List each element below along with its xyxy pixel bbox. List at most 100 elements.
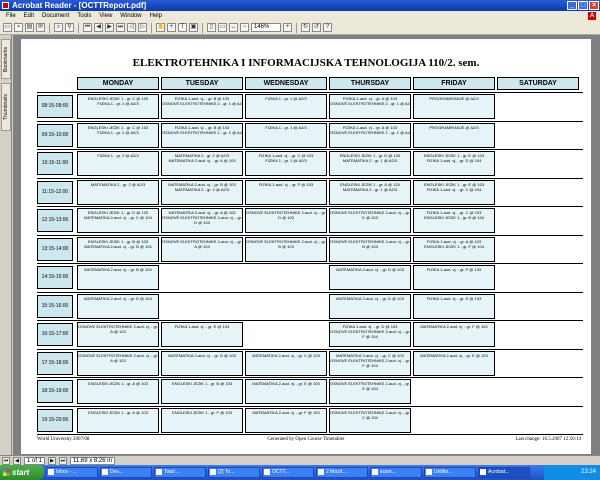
menu-view[interactable]: View <box>95 11 116 21</box>
class-cell: FIZIKA 1-aud. vj. - gr. B @ 103 OSNOVE E… <box>161 123 243 148</box>
document-viewer[interactable]: ELEKTROTEHNIKA I INFORMACIJSKA TEHNOLOGI… <box>13 35 600 455</box>
close-button[interactable]: × <box>589 1 599 10</box>
adobe-logo-icon: A <box>588 12 596 20</box>
row-divider <box>37 349 583 350</box>
window-icon <box>372 469 378 475</box>
row-divider <box>37 263 583 264</box>
row-divider <box>37 206 583 207</box>
class-cell: MATEMATIKA 2-aud. vj. - gr. D @ 103 <box>161 351 243 376</box>
taskbar-button-label: OCTT... <box>272 469 290 475</box>
time-slot: 12:15-13:00 <box>37 209 73 232</box>
class-cell: MATEMATIKA 2-aud. vj. - gr. E @ 103 <box>245 379 327 404</box>
select-text-icon[interactable]: T <box>178 23 187 32</box>
taskbar-button[interactable]: [2] To... <box>208 467 260 478</box>
pdf-page: ELEKTROTEHNIKA I INFORMACIJSKA TEHNOLOGI… <box>21 39 591 454</box>
clock: 23:24 <box>580 469 596 475</box>
window-icon <box>426 469 432 475</box>
class-cell: PROGRAMIRANJE @ A2/3 <box>413 123 495 148</box>
save-icon[interactable]: ▪ <box>14 23 23 32</box>
taskbar-button[interactable]: Inbox - ... <box>46 467 98 478</box>
class-cell: OSNOVE ELEKTROTEHNIKE 2-aud. vj. - gr. E… <box>329 379 411 404</box>
rotate-ccw-icon[interactable]: ↺ <box>312 23 321 32</box>
taskbar-button[interactable]: 2 Mozil... <box>316 467 368 478</box>
first-page-icon[interactable]: ⏮ <box>2 456 10 465</box>
fit-width-icon[interactable]: ↔ <box>229 23 238 32</box>
forward-icon[interactable]: ▷ <box>138 23 147 32</box>
help-icon[interactable]: ? <box>323 23 332 32</box>
email-icon[interactable]: ✉ <box>36 23 45 32</box>
hand-tool-icon[interactable]: ✋ <box>156 23 165 32</box>
class-cell: ENGLESKI JEZIK 1 - gr. B @ 103 MATEMATIK… <box>77 237 159 262</box>
class-cell: ENGLESKI JEZIK 1 - gr. C @ 103 FIZIKA 1 … <box>77 94 159 119</box>
maximize-button[interactable]: □ <box>578 1 588 10</box>
windows-flag-icon <box>3 469 10 476</box>
taskbar-button-label: Dev... <box>110 469 123 475</box>
next-page-icon[interactable]: ▶ <box>105 23 114 32</box>
taskbar-button[interactable]: scien... <box>370 467 422 478</box>
window-titlebar: Acrobat Reader - [OCTTReport.pdf] _ □ × <box>0 0 600 11</box>
menu-help[interactable]: Help <box>146 11 166 21</box>
system-tray: 23:24 <box>544 465 600 480</box>
taskbar-button[interactable]: OCTT... <box>262 467 314 478</box>
last-page-icon[interactable]: ⏭ <box>116 23 125 32</box>
next-page-icon[interactable]: ▶ <box>48 456 57 465</box>
menu-document[interactable]: Document <box>38 11 73 21</box>
class-cell: ENGLESKI JEZIK 1 - gr. A @ 103 <box>77 379 159 404</box>
time-slot: 19:15-20:00 <box>37 409 73 432</box>
class-cell: FIZIKA 1-aud. vj. - gr. F @ 103 <box>413 265 495 290</box>
taskbar-button-label: Total ... <box>164 469 181 475</box>
minimize-button[interactable]: _ <box>567 1 577 10</box>
time-slot: 16:15-17:00 <box>37 323 73 346</box>
start-button[interactable]: start <box>0 465 44 480</box>
window-icon <box>48 469 54 475</box>
menu-tools[interactable]: Tools <box>73 11 95 21</box>
menu-file[interactable]: File <box>2 11 20 21</box>
row-divider <box>37 292 583 293</box>
find-icon[interactable]: ⚲ <box>65 23 74 32</box>
window-icon <box>480 469 486 475</box>
tab-thumbnails[interactable]: Thumbnails <box>1 83 11 131</box>
print-icon[interactable]: ▤ <box>25 23 34 32</box>
snapshot-icon[interactable]: ▣ <box>189 23 198 32</box>
toolbar-separator <box>78 22 79 33</box>
first-page-icon[interactable]: ⏮ <box>83 23 92 32</box>
toolbar-separator <box>202 22 203 33</box>
zoom-out-icon[interactable]: − <box>240 23 249 32</box>
class-cell: FIZIKA 1-aud. vj. - gr. F @ 103 <box>245 180 327 205</box>
class-cell: ENGLESKI JEZIK 1 - gr. D @ 103 MATEMATIK… <box>329 151 411 176</box>
search-icon[interactable]: ⌕ <box>54 23 63 32</box>
navigation-pane-tabs: Bookmarks Thumbnails <box>0 35 12 455</box>
page-indicator[interactable]: 1 of 1 <box>24 456 46 465</box>
menu-window[interactable]: Window <box>116 11 145 21</box>
class-cell: FIZIKA 1-aud. vj. - gr. A @ 103 ENGLESKI… <box>413 237 495 262</box>
rotate-icon[interactable]: ↻ <box>301 23 310 32</box>
actual-size-icon[interactable]: ▯ <box>207 23 216 32</box>
day-header-tuesday: TUESDAY <box>161 77 243 90</box>
class-cell: FIZIKA 1-aud. vj. - gr. C @ 103 ENGLESKI… <box>413 208 495 233</box>
zoom-in-icon[interactable]: + <box>283 23 292 32</box>
zoom-in-icon[interactable]: + <box>167 23 176 32</box>
day-header-saturday: SATURDAY <box>497 77 579 90</box>
toolbar-separator <box>151 22 152 33</box>
last-page-icon[interactable]: ⏭ <box>59 456 68 465</box>
taskbar-button[interactable]: Acrobat... <box>478 467 530 478</box>
day-header-friday: FRIDAY <box>413 77 495 90</box>
class-cell: ENGLESKI JEZIK 1 - gr. F @ 103 <box>161 408 243 433</box>
taskbar-button[interactable]: Total ... <box>154 467 206 478</box>
prev-page-icon[interactable]: ◀ <box>94 23 103 32</box>
fit-page-icon[interactable]: ▭ <box>218 23 227 32</box>
time-slot: 08:15-09:00 <box>37 95 73 118</box>
class-cell: PROGRAMIRANJE @ A2/3 <box>413 94 495 119</box>
taskbar-button-label: [2] To... <box>218 469 235 475</box>
taskbar-button[interactable]: Dev... <box>100 467 152 478</box>
zoom-field[interactable]: 146% <box>251 23 281 32</box>
back-icon[interactable]: ◁ <box>127 23 136 32</box>
class-cell: FIZIKA 1-aud. vj. - gr. A @ 103 OSNOVE E… <box>329 123 411 148</box>
taskbar-button[interactable]: Untitle... <box>424 467 476 478</box>
prev-page-icon[interactable]: ◀ <box>13 456 21 465</box>
open-icon[interactable]: ▭ <box>3 23 12 32</box>
class-cell: MATEMATIKA 2-aud. vj. - gr. A @ 103 OSNO… <box>161 208 243 233</box>
menu-edit[interactable]: Edit <box>20 11 38 21</box>
tab-bookmarks[interactable]: Bookmarks <box>1 39 11 79</box>
taskbar-button-label: scien... <box>380 469 396 475</box>
